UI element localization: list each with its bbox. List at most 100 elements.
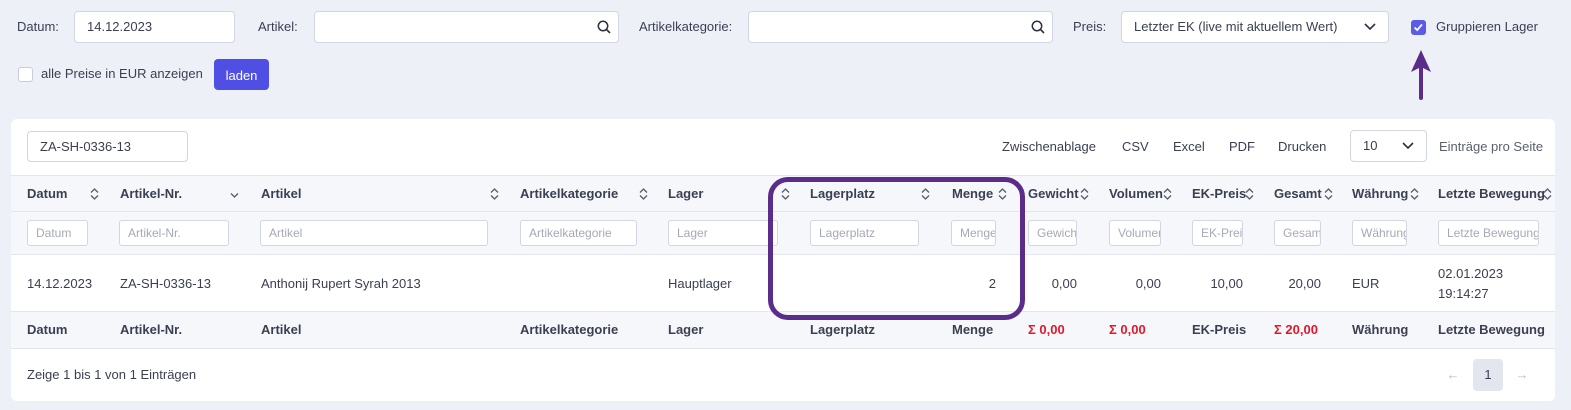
filter-placeholder: EK-Preis bbox=[1201, 226, 1243, 240]
filter-menge-input[interactable]: Menge bbox=[951, 220, 996, 246]
artikel-search-input[interactable] bbox=[314, 11, 619, 43]
gruppieren-lager-checkbox[interactable] bbox=[1411, 20, 1426, 35]
filter-placeholder: Währung bbox=[1361, 226, 1407, 240]
sort-icon bbox=[490, 188, 499, 200]
footer-volumen-sum: Σ 0,00 bbox=[1109, 322, 1146, 337]
filter-placeholder: Letzte Bewegung bbox=[1447, 226, 1539, 240]
filter-placeholder: Artikel bbox=[269, 226, 303, 240]
arrow-left-icon: ← bbox=[1446, 367, 1460, 382]
header-volumen[interactable]: Volumen bbox=[1109, 186, 1163, 202]
sort-icon bbox=[639, 188, 648, 200]
footer-menge: Menge bbox=[952, 322, 994, 337]
filter-artikel-nr-input[interactable]: Artikel-Nr. bbox=[119, 220, 229, 246]
sort-icon bbox=[1245, 188, 1254, 200]
sort-descending-icon bbox=[230, 193, 239, 198]
cell-datum: 14.12.2023 bbox=[27, 276, 93, 291]
sort-icon bbox=[1163, 188, 1172, 200]
table-search-input[interactable]: ZA-SH-0336-13 bbox=[27, 131, 188, 162]
header-artikel[interactable]: Artikel bbox=[261, 186, 301, 202]
filter-artikel-input[interactable]: Artikel bbox=[260, 220, 488, 246]
filter-lager-input[interactable]: Lager bbox=[668, 220, 778, 246]
filter-lagerplatz-input[interactable]: Lagerplatz bbox=[810, 220, 919, 246]
header-gewicht[interactable]: Gewicht bbox=[1028, 186, 1079, 202]
header-letzte-bewegung[interactable]: Letzte Bewegung bbox=[1438, 186, 1545, 202]
footer-artikel-nr: Artikel-Nr. bbox=[120, 322, 183, 337]
sort-icon bbox=[1080, 188, 1089, 200]
header-ek-preis[interactable]: EK-Preis bbox=[1192, 186, 1246, 202]
search-icon bbox=[1031, 20, 1045, 34]
page-size-label: Einträge pro Seite bbox=[1439, 139, 1544, 154]
filter-volumen-input[interactable]: Volumen bbox=[1109, 220, 1161, 246]
prev-page-button[interactable]: ← bbox=[1438, 359, 1468, 391]
page-size-value: 10 bbox=[1363, 138, 1378, 153]
cell-waehrung: EUR bbox=[1352, 276, 1380, 291]
cell-artikel-nr: ZA-SH-0336-13 bbox=[120, 276, 212, 291]
footer-datum: Datum bbox=[27, 322, 68, 337]
header-waehrung[interactable]: Währung bbox=[1352, 186, 1408, 202]
datum-value: 14.12.2023 bbox=[87, 19, 153, 34]
table-footer-row bbox=[11, 311, 1555, 349]
cell-gesamt: 20,00 bbox=[1288, 276, 1321, 291]
kategorie-search-input[interactable] bbox=[748, 11, 1053, 43]
sort-icon bbox=[1410, 188, 1419, 200]
sort-icon bbox=[90, 188, 99, 200]
filter-ek-preis-input[interactable]: EK-Preis bbox=[1192, 220, 1243, 246]
cell-volumen: 0,00 bbox=[1135, 276, 1161, 291]
cell-menge: 2 bbox=[988, 276, 996, 291]
sort-icon bbox=[998, 188, 1007, 200]
filter-placeholder: Menge bbox=[960, 226, 996, 240]
header-lager[interactable]: Lager bbox=[668, 186, 703, 202]
sort-icon bbox=[921, 188, 930, 200]
chevron-down-icon bbox=[1364, 23, 1376, 31]
filter-gewicht-input[interactable]: Gewicht bbox=[1028, 220, 1077, 246]
table-filter-row bbox=[11, 212, 1555, 255]
check-icon bbox=[1413, 23, 1423, 32]
cell-ek-preis: 10,00 bbox=[1210, 276, 1243, 291]
arrow-right-icon: → bbox=[1515, 367, 1529, 382]
eur-prices-checkbox[interactable] bbox=[18, 67, 33, 82]
header-lagerplatz[interactable]: Lagerplatz bbox=[810, 186, 875, 202]
footer-waehrung: Währung bbox=[1352, 322, 1409, 337]
footer-artikel: Artikel bbox=[261, 322, 302, 337]
footer-ek-preis: EK-Preis bbox=[1192, 322, 1247, 337]
sort-icon bbox=[1543, 188, 1552, 200]
kategorie-label: Artikelkategorie: bbox=[639, 19, 733, 34]
footer-letzte-bewegung: Letzte Bewegung bbox=[1438, 322, 1545, 337]
filter-letzte-bewegung-input[interactable]: Letzte Bewegung bbox=[1438, 220, 1539, 246]
page-number: 1 bbox=[1484, 367, 1492, 382]
page-1-button[interactable]: 1 bbox=[1473, 359, 1503, 391]
export-clipboard-button[interactable]: Zwischenablage bbox=[1002, 139, 1096, 155]
footer-gewicht-sum: Σ 0,00 bbox=[1028, 322, 1065, 337]
footer-artikelkategorie: Artikelkategorie bbox=[520, 322, 619, 337]
header-artikelkategorie[interactable]: Artikelkategorie bbox=[520, 186, 618, 202]
filter-placeholder: Gewicht bbox=[1037, 226, 1077, 240]
filter-waehrung-input[interactable]: Währung bbox=[1352, 220, 1407, 246]
header-datum[interactable]: Datum bbox=[27, 186, 67, 202]
filter-placeholder: Datum bbox=[36, 226, 72, 240]
preis-select[interactable]: Letzter EK (live mit aktuellem Wert) bbox=[1121, 11, 1389, 43]
header-artikel-nr[interactable]: Artikel-Nr. bbox=[120, 186, 182, 202]
cell-gewicht: 0,00 bbox=[1051, 276, 1077, 291]
filter-gesamt-input[interactable]: Gesamt bbox=[1274, 220, 1321, 246]
load-button[interactable]: laden bbox=[214, 59, 269, 90]
sort-icon bbox=[781, 188, 790, 200]
cell-letzte-bewegung-date: 02.01.2023 bbox=[1438, 266, 1504, 281]
eur-prices-label: alle Preise in EUR anzeigen bbox=[41, 66, 203, 81]
filter-datum-input[interactable]: Datum bbox=[27, 220, 88, 246]
header-menge[interactable]: Menge bbox=[952, 186, 993, 202]
export-csv-button[interactable]: CSV bbox=[1122, 139, 1149, 155]
filter-placeholder: Lagerplatz bbox=[819, 226, 876, 240]
footer-lager: Lager bbox=[668, 322, 704, 337]
next-page-button[interactable]: → bbox=[1507, 359, 1537, 391]
print-button[interactable]: Drucken bbox=[1278, 139, 1326, 155]
export-pdf-button[interactable]: PDF bbox=[1229, 139, 1255, 155]
cell-letzte-bewegung-time: 19:14:27 bbox=[1438, 286, 1489, 301]
chevron-down-icon bbox=[1402, 142, 1414, 150]
sort-icon bbox=[1324, 188, 1333, 200]
export-excel-button[interactable]: Excel bbox=[1173, 139, 1205, 155]
page-size-select[interactable]: 10 bbox=[1350, 130, 1427, 162]
filter-artikelkategorie-input[interactable]: Artikelkategorie bbox=[520, 220, 637, 246]
datum-input[interactable]: 14.12.2023 bbox=[74, 11, 235, 43]
header-gesamt[interactable]: Gesamt bbox=[1274, 186, 1322, 202]
pagination-info: Zeige 1 bis 1 von 1 Einträgen bbox=[27, 367, 197, 382]
